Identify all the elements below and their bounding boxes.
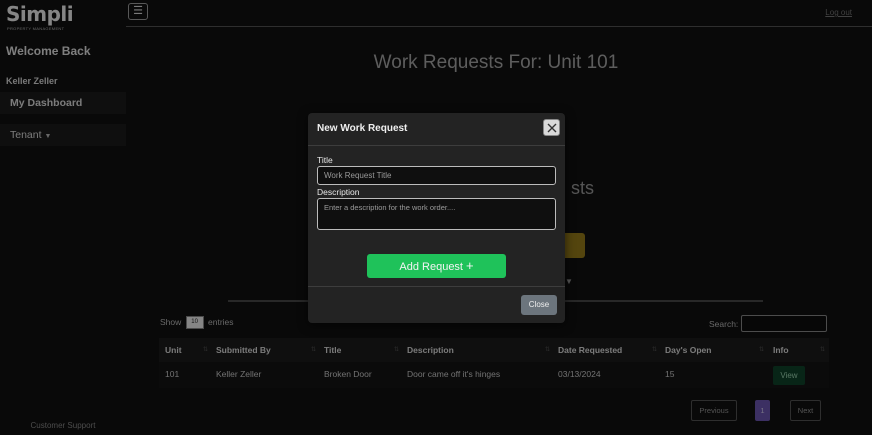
title-label: Title — [317, 155, 333, 165]
title-input[interactable] — [317, 166, 556, 185]
divider — [308, 145, 565, 146]
close-button[interactable]: Close — [521, 295, 557, 315]
modal-title: New Work Request — [317, 123, 408, 134]
add-request-label: Add Request — [399, 261, 463, 273]
description-label: Description — [317, 187, 360, 197]
divider — [308, 286, 565, 287]
plus-icon: + — [466, 258, 474, 273]
close-icon[interactable] — [543, 119, 560, 136]
new-work-request-modal: New Work Request Title Description Add R… — [308, 113, 565, 323]
add-request-button[interactable]: Add Request + — [367, 254, 506, 278]
description-input[interactable] — [317, 198, 556, 230]
